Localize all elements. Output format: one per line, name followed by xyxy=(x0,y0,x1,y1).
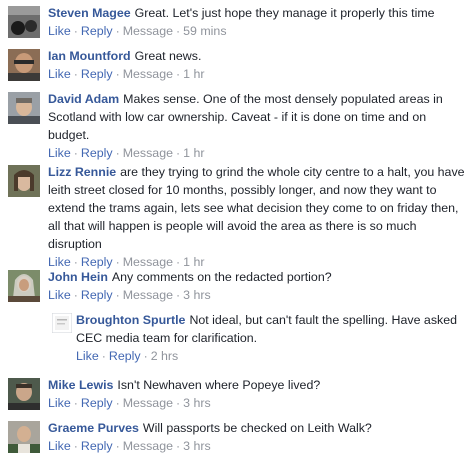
like-link[interactable]: Like xyxy=(48,288,71,302)
avatar[interactable] xyxy=(8,270,40,302)
comment-author[interactable]: Graeme Purves xyxy=(48,421,139,435)
separator: · xyxy=(115,288,120,302)
timestamp[interactable]: 1 hr xyxy=(183,67,204,81)
separator: · xyxy=(101,349,106,363)
reply-link[interactable]: Reply xyxy=(81,439,113,453)
avatar[interactable] xyxy=(8,421,40,453)
timestamp[interactable]: 3 hrs xyxy=(183,396,211,410)
separator: · xyxy=(175,146,181,160)
separator: · xyxy=(115,396,120,410)
separator: · xyxy=(175,67,181,81)
separator: · xyxy=(73,67,78,81)
separator: · xyxy=(115,67,120,81)
timestamp[interactable]: 2 hrs xyxy=(151,349,179,363)
comment-text: Isn't Newhaven where Popeye lived? xyxy=(117,378,321,392)
reply-link[interactable]: Reply xyxy=(81,396,113,410)
separator: · xyxy=(175,255,181,269)
comment-text: Great news. xyxy=(134,49,202,63)
reply-link[interactable]: Reply xyxy=(81,255,113,269)
avatar[interactable] xyxy=(52,313,72,333)
avatar[interactable] xyxy=(8,378,40,410)
separator: · xyxy=(115,255,120,269)
separator: · xyxy=(175,396,181,410)
avatar[interactable] xyxy=(8,6,40,38)
separator: · xyxy=(175,288,181,302)
like-link[interactable]: Like xyxy=(48,255,71,269)
comment-author[interactable]: Ian Mountford xyxy=(48,49,131,63)
comment-author[interactable]: Broughton Spurtle xyxy=(76,313,185,327)
message-link[interactable]: Message xyxy=(123,255,173,269)
separator: · xyxy=(73,24,78,38)
message-link[interactable]: Message xyxy=(123,396,173,410)
like-link[interactable]: Like xyxy=(48,146,71,160)
timestamp[interactable]: 1 hr xyxy=(183,255,204,269)
message-link[interactable]: Message xyxy=(123,288,173,302)
message-link[interactable]: Message xyxy=(123,439,173,453)
reply-link[interactable]: Reply xyxy=(81,67,113,81)
avatar[interactable] xyxy=(8,92,40,124)
avatar[interactable] xyxy=(8,165,40,197)
timestamp[interactable]: 1 hr xyxy=(183,146,204,160)
comment-text: Will passports be checked on Leith Walk? xyxy=(142,421,372,435)
comment-author[interactable]: Steven Magee xyxy=(48,6,131,20)
separator: · xyxy=(115,146,120,160)
separator: · xyxy=(115,439,120,453)
reply-link[interactable]: Reply xyxy=(81,146,113,160)
message-link[interactable]: Message xyxy=(123,146,173,160)
reply-link[interactable]: Reply xyxy=(109,349,141,363)
like-link[interactable]: Like xyxy=(48,67,71,81)
like-link[interactable]: Like xyxy=(48,396,71,410)
like-link[interactable]: Like xyxy=(76,349,99,363)
timestamp[interactable]: 59 mins xyxy=(183,24,226,38)
separator: · xyxy=(73,396,78,410)
comment-author[interactable]: David Adam xyxy=(48,92,119,106)
timestamp[interactable]: 3 hrs xyxy=(183,288,211,302)
reply-link[interactable]: Reply xyxy=(81,24,113,38)
separator: · xyxy=(73,146,78,160)
reply-link[interactable]: Reply xyxy=(81,288,113,302)
avatar[interactable] xyxy=(8,49,40,81)
message-link[interactable]: Message xyxy=(123,67,173,81)
separator: · xyxy=(143,349,148,363)
like-link[interactable]: Like xyxy=(48,439,71,453)
separator: · xyxy=(115,24,120,38)
timestamp[interactable]: 3 hrs xyxy=(183,439,211,453)
separator: · xyxy=(175,24,181,38)
message-link[interactable]: Message xyxy=(123,24,173,38)
comment-text: Great. Let's just hope they manage it pr… xyxy=(134,6,435,20)
separator: · xyxy=(175,439,181,453)
comment-author[interactable]: Mike Lewis xyxy=(48,378,113,392)
comment-text: Any comments on the redacted portion? xyxy=(111,270,332,284)
separator: · xyxy=(73,288,78,302)
comment-author[interactable]: Lizz Rennie xyxy=(48,165,116,179)
like-link[interactable]: Like xyxy=(48,24,71,38)
comment-author[interactable]: John Hein xyxy=(48,270,108,284)
separator: · xyxy=(73,255,78,269)
separator: · xyxy=(73,439,78,453)
